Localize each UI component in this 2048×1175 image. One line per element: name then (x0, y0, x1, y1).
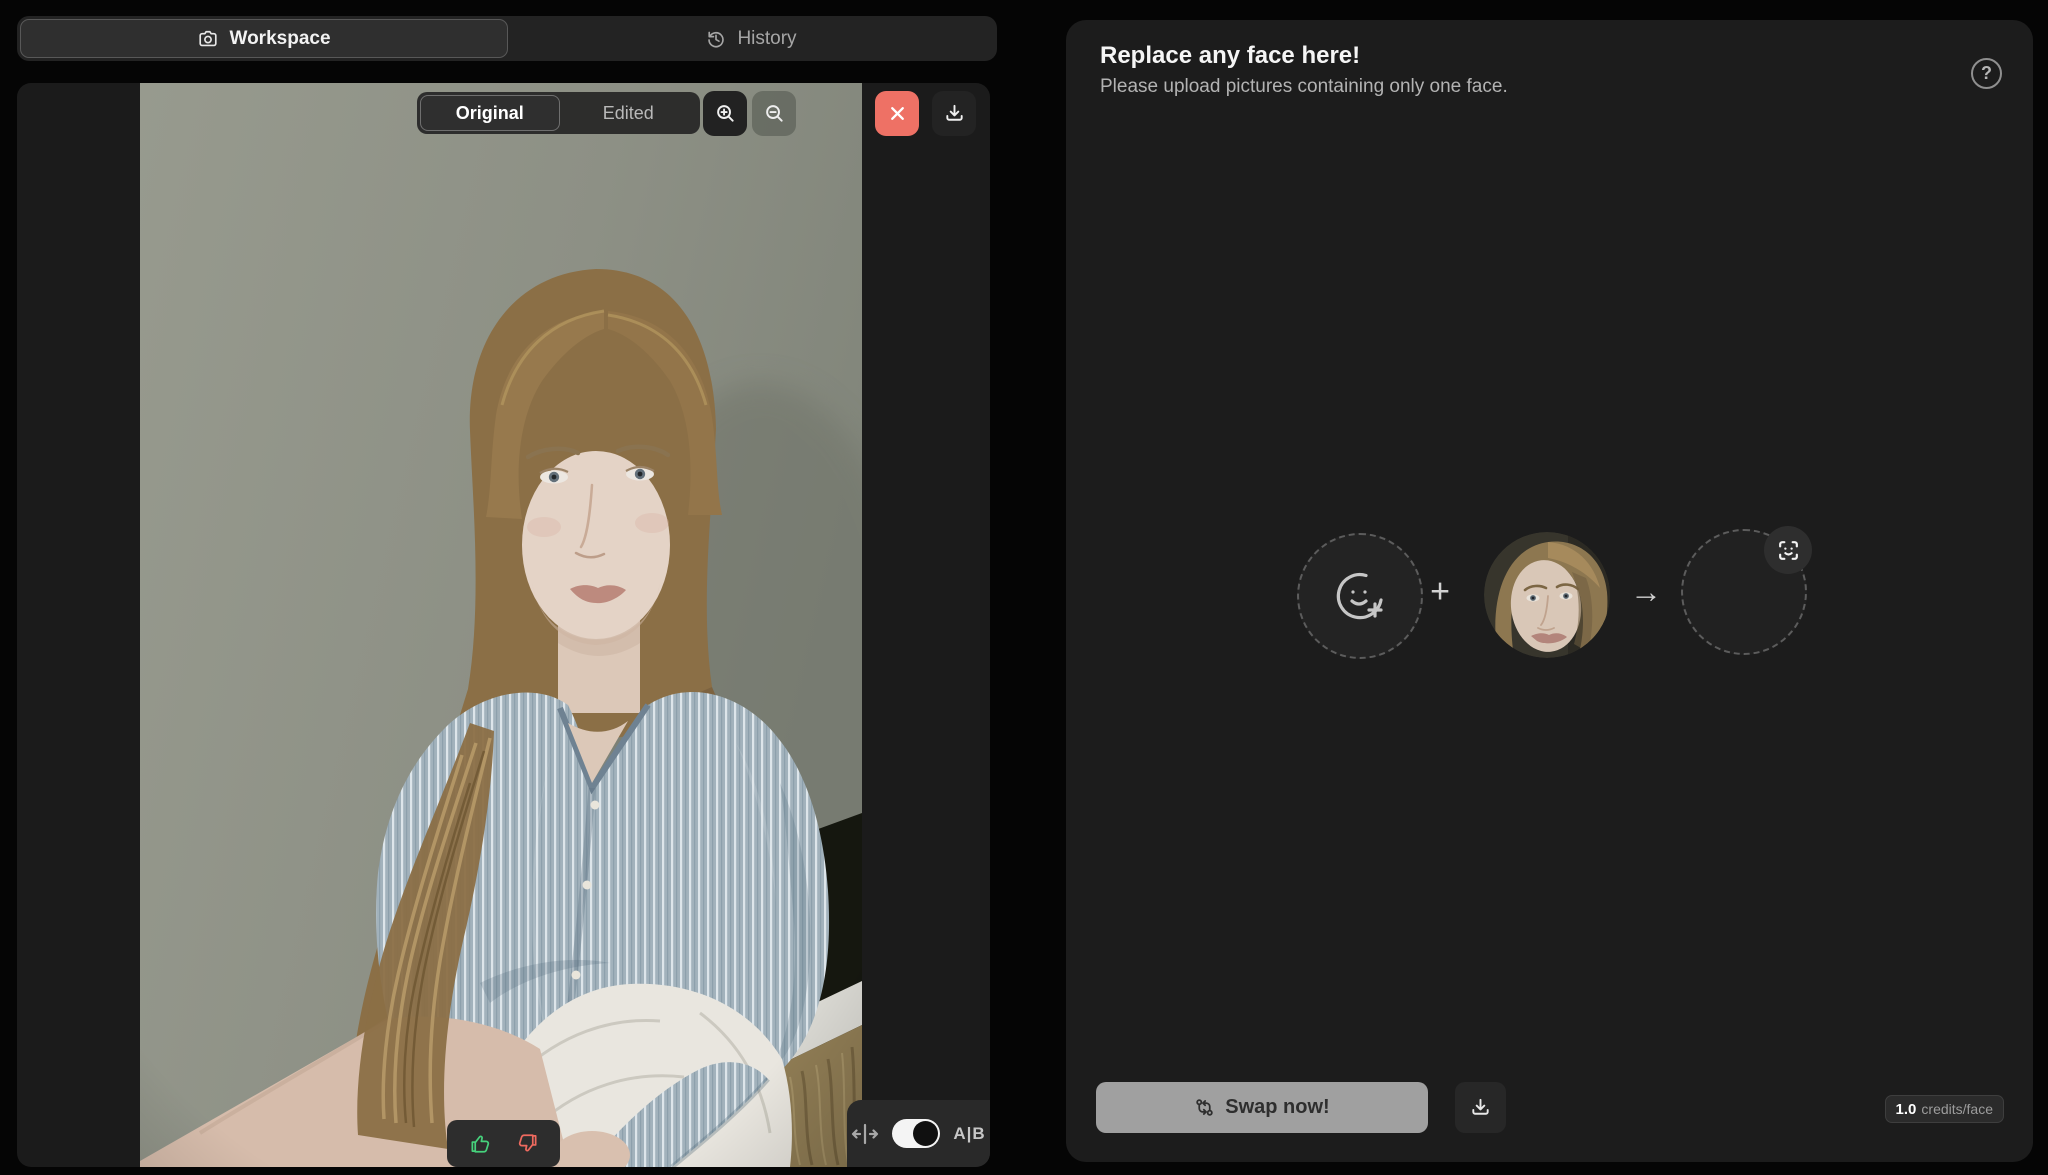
close-image-button[interactable] (875, 91, 919, 136)
face-scan-button[interactable] (1764, 526, 1812, 574)
swap-icon (1194, 1097, 1215, 1118)
download-icon (943, 102, 966, 125)
face-thumbnail-image (1484, 532, 1610, 658)
zoom-out-icon (763, 102, 786, 125)
plus-glyph: + (1430, 573, 1450, 612)
segmented-option-edited[interactable]: Edited (560, 95, 698, 131)
original-edited-segmented: Original Edited (417, 92, 700, 134)
photo-original (140, 83, 862, 1167)
help-button[interactable]: ? (1971, 58, 2002, 89)
panel-title: Replace any face here! (1100, 42, 1360, 70)
ab-compare-panel: A|B (847, 1100, 990, 1167)
ab-toggle[interactable] (892, 1119, 940, 1148)
feedback-tooltip (447, 1120, 560, 1167)
face-swap-panel: Replace any face here! Please upload pic… (1066, 20, 2033, 1162)
zoom-out-button[interactable] (752, 91, 796, 136)
credits-unit: credits/face (1921, 1101, 1993, 1117)
segmented-option-original[interactable]: Original (420, 95, 560, 131)
workspace-panel: Original Edited A|B (17, 83, 990, 1167)
thumbs-up-icon[interactable] (469, 1132, 492, 1155)
thumbs-down-icon[interactable] (516, 1132, 539, 1155)
tab-history-label: History (737, 28, 796, 50)
swap-now-label: Swap now! (1225, 1096, 1329, 1119)
help-glyph: ? (1981, 63, 1992, 84)
upload-face-dropzone[interactable] (1297, 533, 1423, 659)
camera-icon (197, 28, 219, 50)
credits-badge: 1.0 credits/face (1885, 1095, 2004, 1123)
swap-now-button[interactable]: Swap now! (1096, 1082, 1428, 1133)
panel-subtitle: Please upload pictures containing only o… (1100, 76, 1508, 98)
tab-workspace-label: Workspace (229, 28, 330, 50)
close-icon (886, 102, 909, 125)
ab-label: A|B (953, 1124, 985, 1144)
arrow-glyph: → (1630, 574, 1662, 611)
credits-value: 1.0 (1896, 1101, 1917, 1118)
tab-history[interactable]: History (508, 19, 994, 58)
zoom-in-icon (714, 102, 737, 125)
tab-workspace[interactable]: Workspace (20, 19, 508, 58)
history-icon (705, 28, 727, 50)
download-result-button[interactable] (1455, 1082, 1506, 1133)
add-face-icon (1332, 568, 1388, 624)
face-scan-icon (1776, 538, 1801, 563)
download-icon (1469, 1096, 1492, 1119)
download-image-button[interactable] (932, 91, 976, 136)
compare-slider-icon[interactable] (851, 1122, 879, 1146)
detected-face-thumbnail[interactable] (1484, 532, 1610, 658)
top-tab-bar: Workspace History (17, 16, 997, 61)
ab-toggle-knob (913, 1121, 938, 1146)
zoom-in-button[interactable] (703, 91, 747, 136)
